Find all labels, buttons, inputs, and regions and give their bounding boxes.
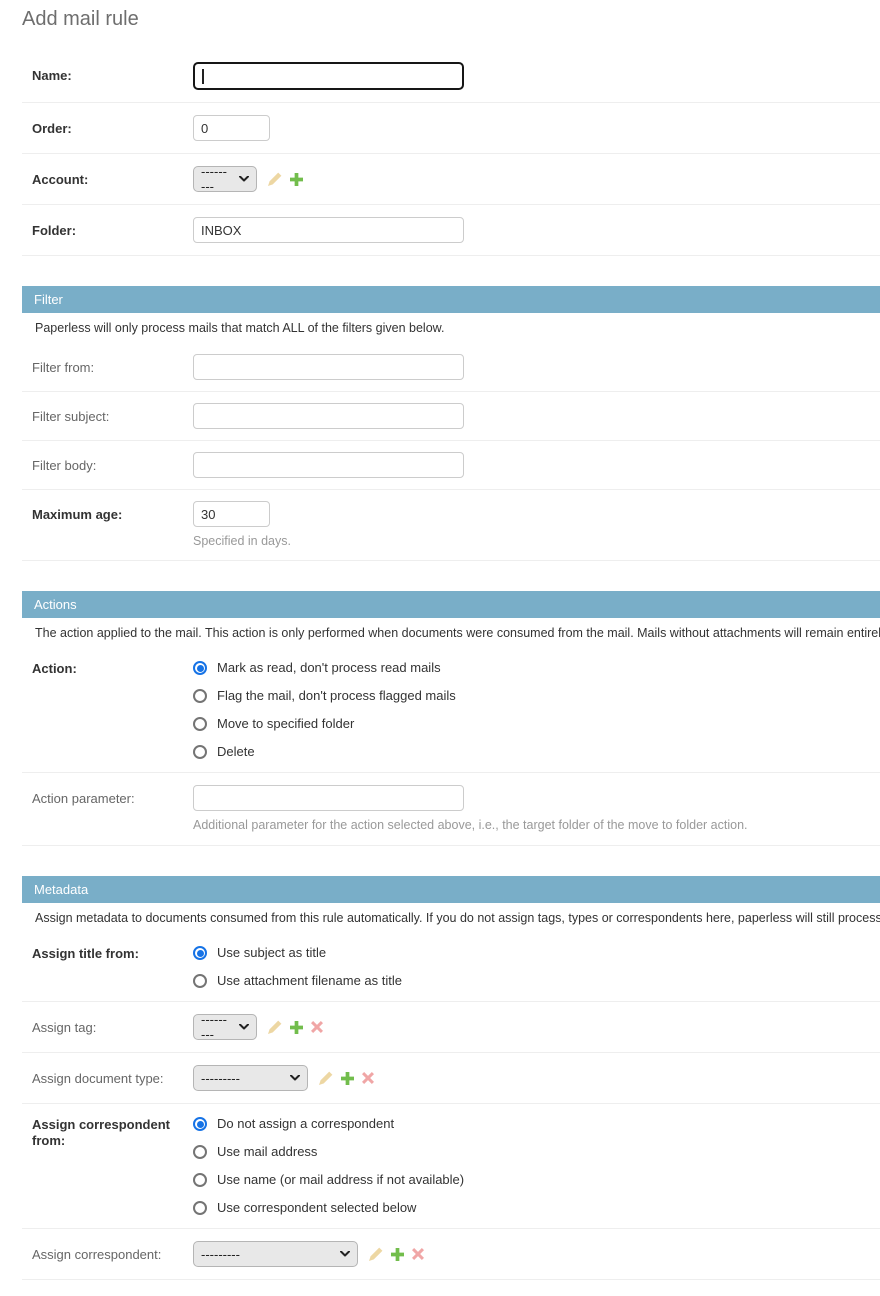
edit-icon	[268, 172, 282, 186]
assign-document-type-select[interactable]: ---------	[193, 1065, 308, 1091]
basic-fieldset: Name: Order: 0 Account: ---------	[22, 50, 880, 256]
order-input[interactable]: 0	[193, 115, 270, 141]
metadata-section-header: Metadata	[22, 876, 880, 903]
assign-title-row: Assign title from: Use subject as title …	[22, 933, 880, 1002]
filter-body-label: Filter body:	[32, 452, 193, 474]
delete-icon	[412, 1248, 424, 1260]
filter-from-input[interactable]	[193, 354, 464, 380]
radio-button[interactable]	[193, 717, 207, 731]
filter-from-row: Filter from:	[22, 343, 880, 392]
filter-body-row: Filter body:	[22, 441, 880, 490]
edit-icon	[369, 1247, 383, 1261]
action-parameter-input[interactable]	[193, 785, 464, 811]
assign-correspondent-row: Assign correspondent: ---------	[22, 1229, 880, 1280]
add-icon[interactable]	[290, 1021, 303, 1034]
radio-option[interactable]: Use subject as title	[193, 945, 870, 961]
delete-icon	[362, 1072, 374, 1084]
chevron-down-icon	[239, 1024, 249, 1030]
account-select[interactable]: ---------	[193, 166, 257, 192]
assign-title-label: Assign title from:	[32, 945, 193, 962]
add-icon[interactable]	[391, 1248, 404, 1261]
actions-section-header: Actions	[22, 591, 880, 618]
account-row: Account: ---------	[22, 154, 880, 205]
radio-button[interactable]	[193, 689, 207, 703]
filter-subject-input[interactable]	[193, 403, 464, 429]
filter-description: Paperless will only process mails that m…	[22, 313, 880, 343]
chevron-down-icon	[239, 176, 249, 182]
edit-icon	[319, 1071, 333, 1085]
radio-option[interactable]: Move to specified folder	[193, 716, 870, 732]
radio-button[interactable]	[193, 1173, 207, 1187]
assign-correspondent-from-row: Assign correspondent from: Do not assign…	[22, 1104, 880, 1229]
chevron-down-icon	[290, 1075, 300, 1081]
filter-fieldset: Filter Paperless will only process mails…	[22, 286, 880, 561]
maximum-age-label: Maximum age:	[32, 501, 193, 523]
radio-button[interactable]	[193, 974, 207, 988]
content-area: Add mail rule Name: Order: 0 Account: --…	[0, 0, 880, 1280]
radio-option[interactable]: Do not assign a correspondent	[193, 1116, 870, 1132]
maximum-age-input[interactable]: 30	[193, 501, 270, 527]
chevron-down-icon	[340, 1251, 350, 1257]
radio-option[interactable]: Use mail address	[193, 1144, 870, 1160]
account-label: Account:	[32, 166, 193, 188]
name-input[interactable]	[193, 62, 464, 90]
radio-button[interactable]	[193, 661, 207, 675]
order-label: Order:	[32, 115, 193, 137]
assign-correspondent-from-radio-group: Do not assign a correspondent Use mail a…	[193, 1116, 870, 1216]
assign-document-type-row: Assign document type: ---------	[22, 1053, 880, 1104]
radio-button[interactable]	[193, 1201, 207, 1215]
metadata-fieldset: Metadata Assign metadata to documents co…	[22, 876, 880, 1280]
assign-correspondent-from-label: Assign correspondent from:	[32, 1116, 193, 1149]
radio-button[interactable]	[193, 946, 207, 960]
maximum-age-help: Specified in days.	[193, 533, 870, 549]
text-caret	[202, 69, 204, 84]
actions-fieldset: Actions The action applied to the mail. …	[22, 591, 880, 846]
name-label: Name:	[32, 62, 193, 84]
filter-subject-row: Filter subject:	[22, 392, 880, 441]
filter-subject-label: Filter subject:	[32, 403, 193, 425]
radio-button[interactable]	[193, 1145, 207, 1159]
action-label: Action:	[32, 660, 193, 677]
action-parameter-help: Additional parameter for the action sele…	[193, 817, 870, 833]
radio-button[interactable]	[193, 1117, 207, 1131]
assign-title-radio-group: Use subject as title Use attachment file…	[193, 945, 870, 989]
action-radio-group: Mark as read, don't process read mails F…	[193, 660, 870, 760]
order-row: Order: 0	[22, 103, 880, 154]
add-icon[interactable]	[341, 1072, 354, 1085]
filter-body-input[interactable]	[193, 452, 464, 478]
edit-icon	[268, 1020, 282, 1034]
assign-tag-row: Assign tag: ---------	[22, 1002, 880, 1053]
page-title: Add mail rule	[22, 6, 880, 32]
actions-description: The action applied to the mail. This act…	[22, 618, 880, 648]
action-parameter-row: Action parameter: Additional parameter f…	[22, 773, 880, 846]
radio-option[interactable]: Mark as read, don't process read mails	[193, 660, 870, 676]
action-row: Action: Mark as read, don't process read…	[22, 648, 880, 773]
maximum-age-row: Maximum age: 30 Specified in days.	[22, 490, 880, 561]
delete-icon	[311, 1021, 323, 1033]
folder-input[interactable]: INBOX	[193, 217, 464, 243]
folder-label: Folder:	[32, 217, 193, 239]
folder-row: Folder: INBOX	[22, 205, 880, 256]
assign-tag-select[interactable]: ---------	[193, 1014, 257, 1040]
radio-option[interactable]: Use name (or mail address if not availab…	[193, 1172, 870, 1188]
action-parameter-label: Action parameter:	[32, 785, 193, 807]
radio-option[interactable]: Flag the mail, don't process flagged mai…	[193, 688, 870, 704]
radio-option[interactable]: Delete	[193, 744, 870, 760]
assign-correspondent-label: Assign correspondent:	[32, 1241, 193, 1263]
assign-correspondent-select[interactable]: ---------	[193, 1241, 358, 1267]
metadata-description: Assign metadata to documents consumed fr…	[22, 903, 880, 933]
assign-document-type-label: Assign document type:	[32, 1065, 193, 1087]
assign-tag-label: Assign tag:	[32, 1014, 193, 1036]
radio-button[interactable]	[193, 745, 207, 759]
radio-option[interactable]: Use attachment filename as title	[193, 973, 870, 989]
name-row: Name:	[22, 50, 880, 103]
filter-from-label: Filter from:	[32, 354, 193, 376]
add-icon[interactable]	[290, 173, 303, 186]
filter-section-header: Filter	[22, 286, 880, 313]
radio-option[interactable]: Use correspondent selected below	[193, 1200, 870, 1216]
